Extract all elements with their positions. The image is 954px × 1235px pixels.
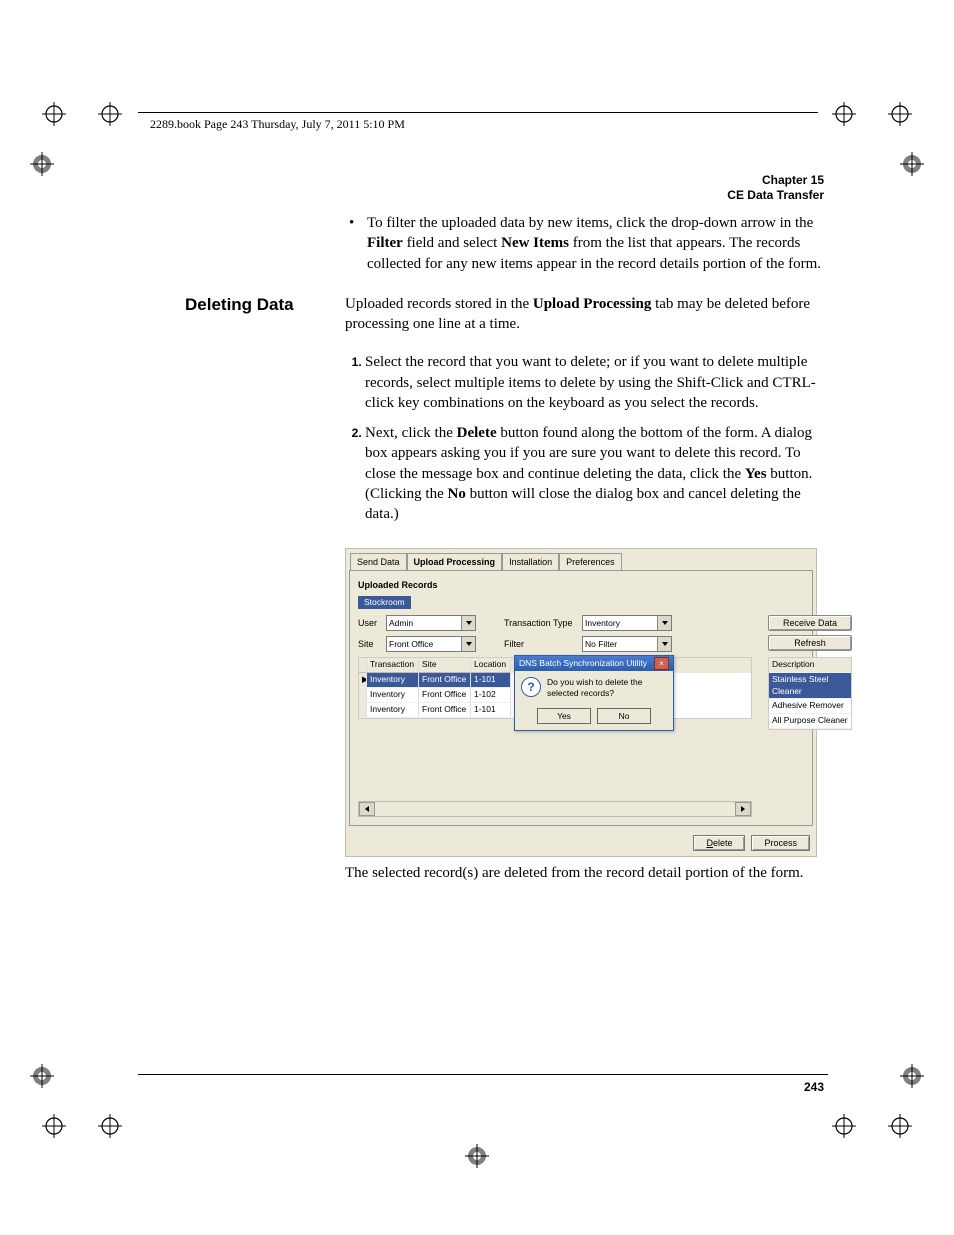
subtab-stockroom[interactable]: Stockroom xyxy=(358,596,411,609)
process-button[interactable]: Process xyxy=(751,835,810,851)
crop-mark xyxy=(900,152,924,176)
dialog-no-button[interactable]: No xyxy=(597,708,651,724)
crop-mark xyxy=(42,102,66,126)
label-ttype: Transaction Type xyxy=(504,617,582,629)
page-number: 243 xyxy=(804,1080,824,1094)
tab-preferences[interactable]: Preferences xyxy=(559,553,622,570)
group-title: Uploaded Records xyxy=(358,579,804,591)
close-icon[interactable]: × xyxy=(654,657,669,670)
dialog-yes-button[interactable]: Yes xyxy=(537,708,591,724)
scroll-right-icon[interactable] xyxy=(735,802,751,816)
crop-mark xyxy=(98,102,122,126)
user-combo[interactable] xyxy=(386,615,476,631)
header-rule xyxy=(138,112,818,113)
step-1: Select the record that you want to delet… xyxy=(365,352,825,413)
chapter-number: Chapter 15 xyxy=(727,173,824,188)
tab-send-data[interactable]: Send Data xyxy=(350,553,407,570)
receive-data-button[interactable]: Receive Data xyxy=(768,615,852,631)
label-site: Site xyxy=(358,638,386,650)
tab-installation[interactable]: Installation xyxy=(502,553,559,570)
bullet-dot: • xyxy=(345,213,367,274)
screenshot-figure: Send Data Upload Processing Installation… xyxy=(345,548,817,857)
delete-button[interactable]: Delete xyxy=(693,835,745,851)
figure-caption: The selected record(s) are deleted from … xyxy=(345,863,825,883)
crop-mark xyxy=(900,1064,924,1088)
dialog-message: Do you wish to delete the selected recor… xyxy=(547,677,667,700)
book-header: 2289.book Page 243 Thursday, July 7, 201… xyxy=(150,117,405,132)
tab-upload-processing[interactable]: Upload Processing xyxy=(407,553,503,570)
refresh-button[interactable]: Refresh xyxy=(768,635,852,651)
section-intro: Uploaded records stored in the Upload Pr… xyxy=(345,294,825,335)
scroll-left-icon[interactable] xyxy=(359,802,375,816)
crop-mark xyxy=(42,1114,66,1138)
label-user: User xyxy=(358,617,386,629)
crop-mark xyxy=(465,1144,489,1168)
chevron-down-icon[interactable] xyxy=(657,637,671,651)
confirm-dialog: DNS Batch Synchronization Utility × ? Do… xyxy=(514,655,674,731)
label-filter: Filter xyxy=(504,638,582,650)
crop-mark xyxy=(98,1114,122,1138)
crop-mark xyxy=(888,1114,912,1138)
crop-mark xyxy=(888,102,912,126)
question-icon: ? xyxy=(521,677,541,697)
section-title: Deleting Data xyxy=(185,294,345,317)
footer-rule xyxy=(138,1074,828,1075)
horizontal-scrollbar[interactable] xyxy=(358,801,752,817)
bullet-text: To filter the uploaded data by new items… xyxy=(367,213,825,274)
crop-mark xyxy=(832,1114,856,1138)
crop-mark xyxy=(832,102,856,126)
chevron-down-icon[interactable] xyxy=(461,616,475,630)
chevron-down-icon[interactable] xyxy=(461,637,475,651)
step-2: Next, click the Delete button found alon… xyxy=(365,423,825,524)
ttype-combo[interactable] xyxy=(582,615,672,631)
crop-mark xyxy=(30,1064,54,1088)
dialog-title: DNS Batch Synchronization Utility xyxy=(519,658,647,669)
site-combo[interactable] xyxy=(386,636,476,652)
crop-mark xyxy=(30,152,54,176)
filter-combo[interactable] xyxy=(582,636,672,652)
description-grid[interactable]: Description Stainless Steel Cleaner Adhe… xyxy=(768,657,852,730)
chevron-down-icon[interactable] xyxy=(657,616,671,630)
chapter-title: CE Data Transfer xyxy=(727,188,824,203)
